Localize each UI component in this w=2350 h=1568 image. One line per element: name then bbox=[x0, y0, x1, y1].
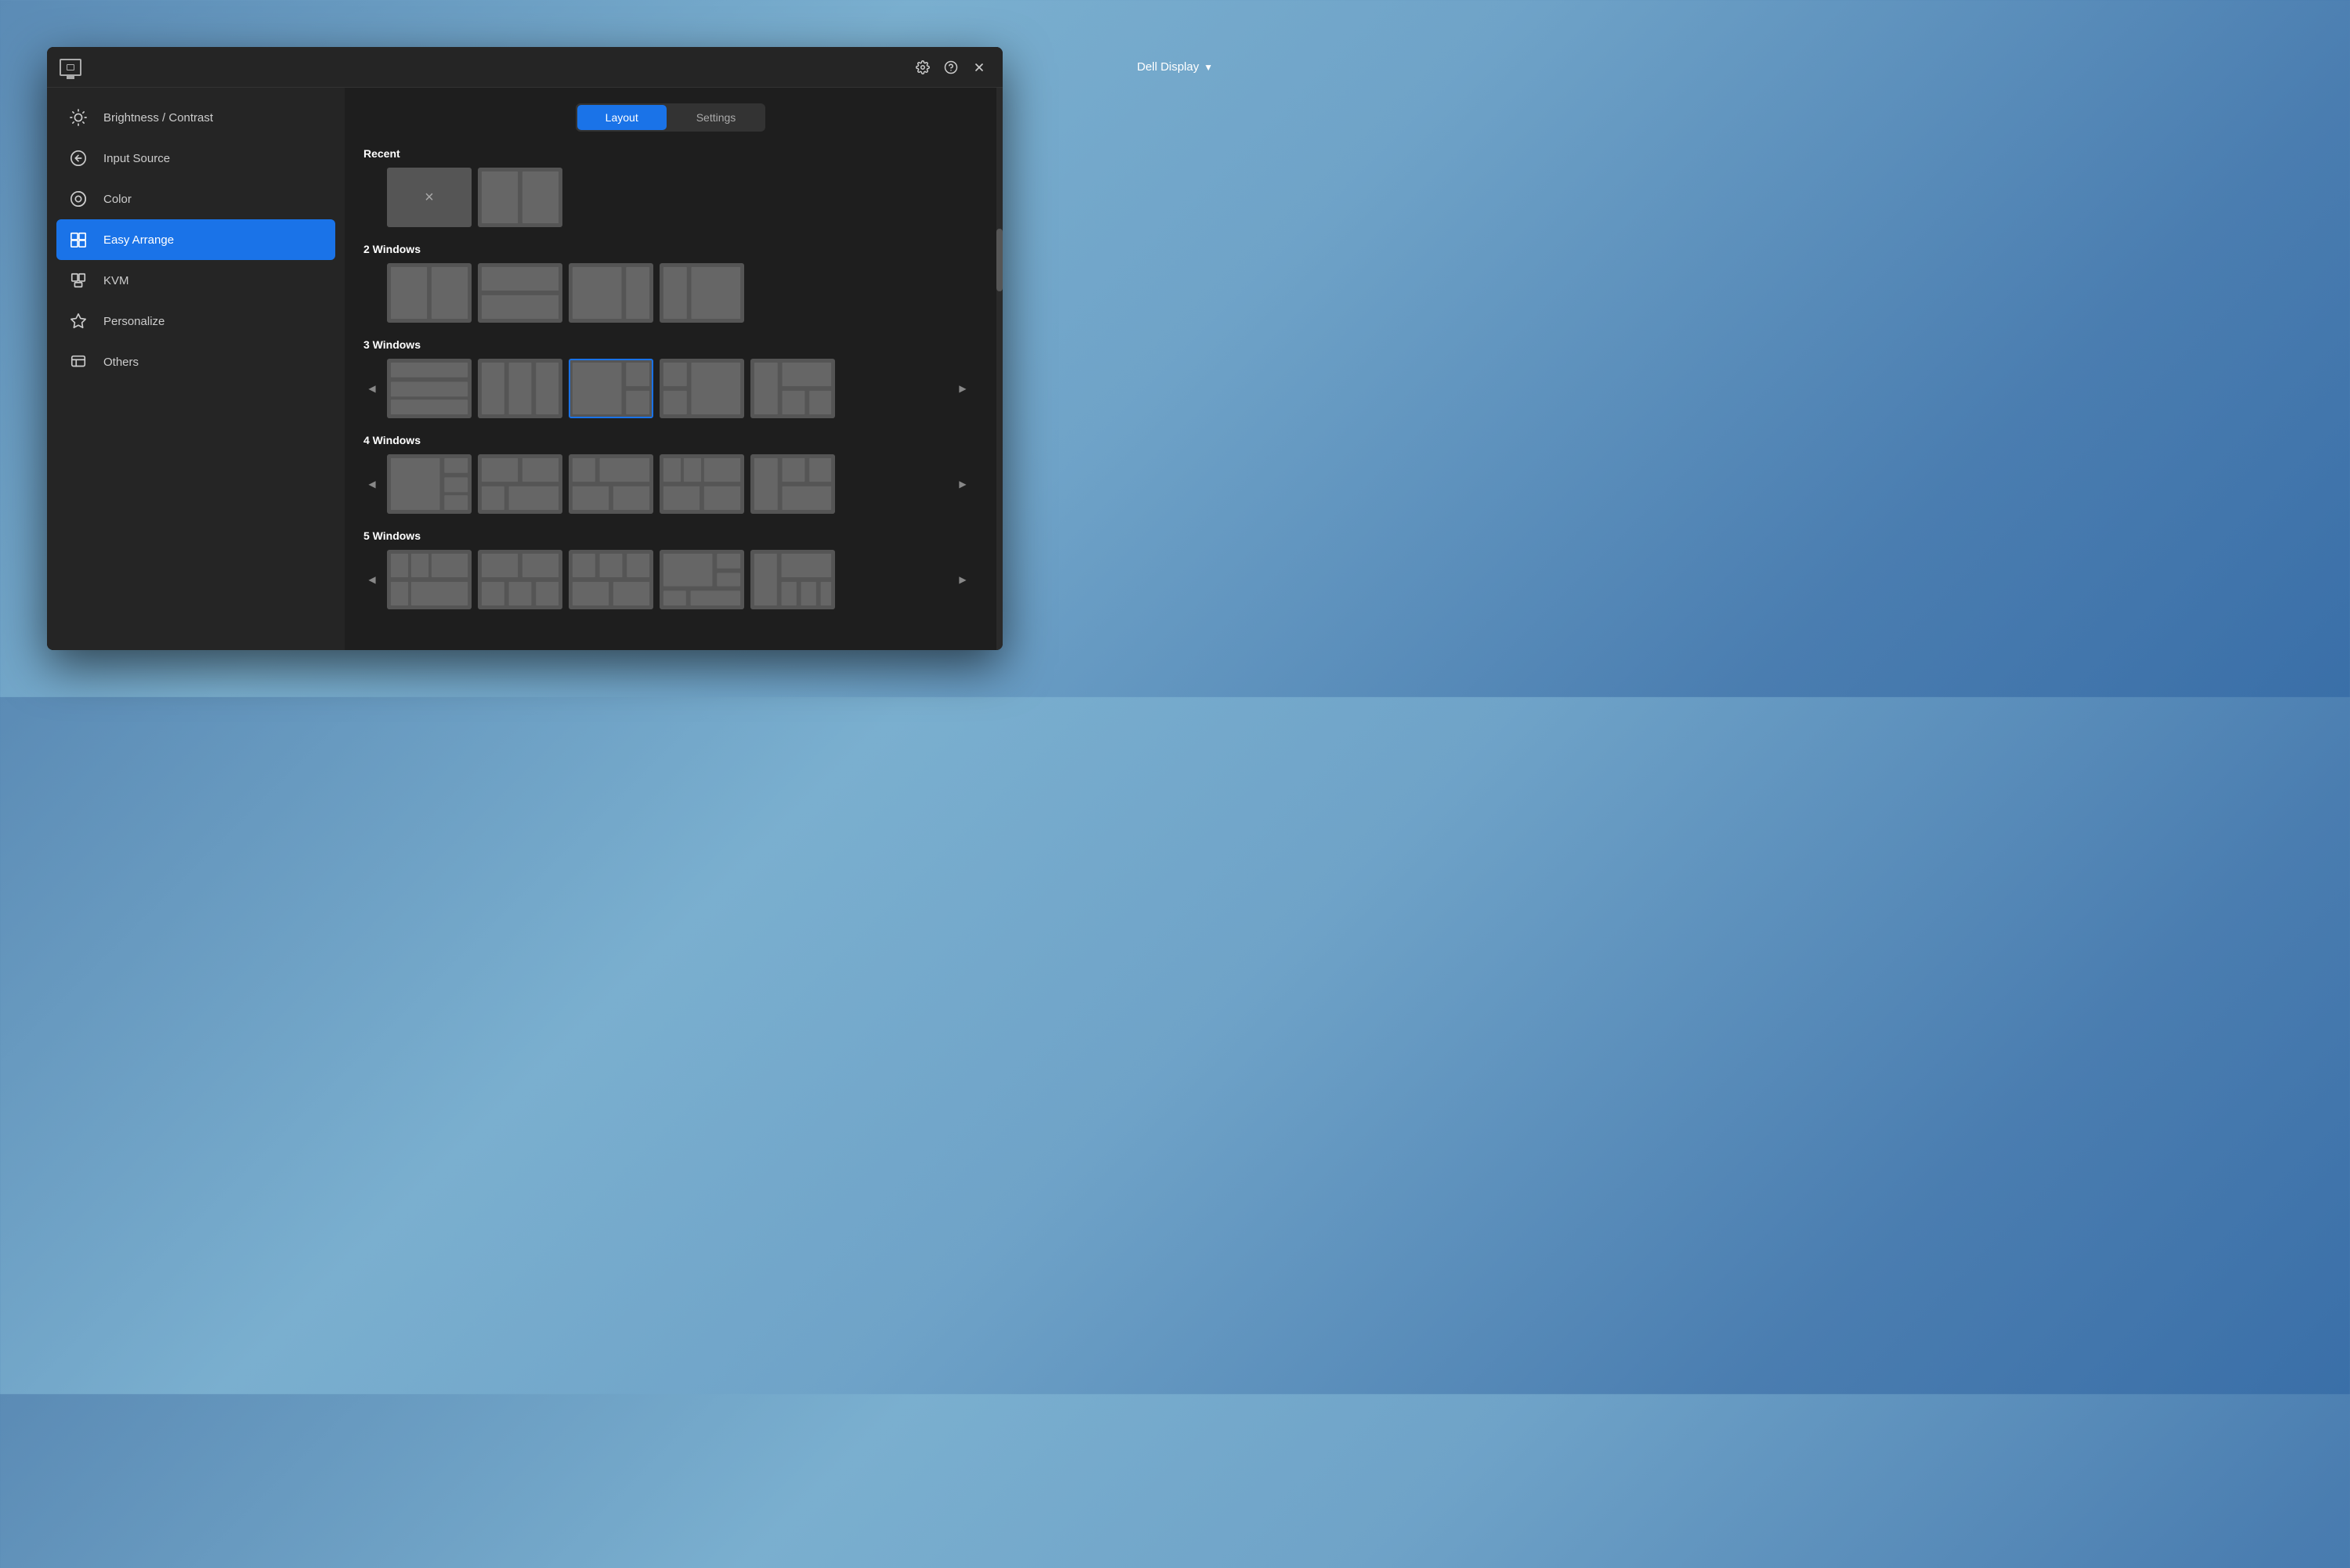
settings-button[interactable] bbox=[912, 56, 934, 78]
app-window: Dell Display ▼ bbox=[47, 47, 1003, 650]
layout-thumb-4a[interactable] bbox=[387, 454, 472, 514]
sidebar-label-color: Color bbox=[103, 193, 132, 206]
section-title-recent: Recent bbox=[363, 147, 971, 160]
layout-thumb-5b[interactable] bbox=[478, 550, 562, 609]
layout-row-inner-5windows bbox=[387, 550, 948, 609]
sidebar-label-brightness: Brightness / Contrast bbox=[103, 111, 213, 125]
others-icon bbox=[69, 352, 88, 371]
input-icon bbox=[69, 149, 88, 168]
sidebar-item-others[interactable]: Others bbox=[47, 341, 345, 382]
section-title-4windows: 4 Windows bbox=[363, 434, 971, 446]
nav-arrow-3windows-right[interactable]: ▶ bbox=[954, 380, 971, 397]
sidebar: Brightness / Contrast Input Source bbox=[47, 88, 345, 650]
sidebar-label-others: Others bbox=[103, 356, 139, 369]
sidebar-item-personalize[interactable]: Personalize bbox=[47, 301, 345, 341]
layout-thumb-5e[interactable] bbox=[750, 550, 835, 609]
layout-thumb-3-selected[interactable] bbox=[569, 359, 653, 418]
layout-row-2windows bbox=[363, 263, 971, 323]
main-content: Brightness / Contrast Input Source bbox=[47, 88, 1003, 650]
layout-row-5windows: ◀ bbox=[363, 550, 971, 609]
scrollbar-thumb[interactable] bbox=[996, 229, 1003, 291]
layout-thumb-4d[interactable] bbox=[660, 454, 744, 514]
tab-layout[interactable]: Layout bbox=[577, 105, 667, 130]
app-icon bbox=[60, 59, 81, 76]
color-icon bbox=[69, 190, 88, 208]
sidebar-label-input: Input Source bbox=[103, 152, 170, 165]
layout-row-3windows: ◀ bbox=[363, 359, 971, 418]
scrollbar-track[interactable] bbox=[996, 88, 1003, 650]
layout-thumb-4e[interactable] bbox=[750, 454, 835, 514]
section-2windows: 2 Windows bbox=[363, 243, 971, 323]
sidebar-item-color[interactable]: Color bbox=[47, 179, 345, 219]
section-title-5windows: 5 Windows bbox=[363, 529, 971, 542]
sidebar-label-easy-arrange: Easy Arrange bbox=[103, 233, 174, 247]
layout-thumb-3col[interactable] bbox=[478, 359, 562, 418]
layout-row-inner-3windows bbox=[387, 359, 948, 418]
layout-area: Recent × bbox=[363, 147, 978, 634]
layout-thumb-2col-wide-left[interactable] bbox=[569, 263, 653, 323]
easy-arrange-icon bbox=[69, 230, 88, 249]
no-layout-x: × bbox=[425, 189, 434, 207]
title-bar: Dell Display ▼ bbox=[47, 47, 1003, 88]
section-5windows: 5 Windows ◀ bbox=[363, 529, 971, 609]
tab-switcher: Layout Settings bbox=[576, 103, 766, 132]
personalize-icon bbox=[69, 312, 88, 331]
layout-thumb-3row[interactable] bbox=[387, 359, 472, 418]
sidebar-label-kvm: KVM bbox=[103, 274, 129, 287]
help-button[interactable] bbox=[940, 56, 962, 78]
layout-row-4windows: ◀ bbox=[363, 454, 971, 514]
title-bar-left bbox=[60, 59, 81, 76]
layout-thumb-no-layout[interactable]: × bbox=[387, 168, 472, 227]
nav-arrow-4windows-left[interactable]: ◀ bbox=[363, 475, 381, 493]
nav-arrow-5windows-left[interactable]: ◀ bbox=[363, 571, 381, 588]
layout-thumb-4b[interactable] bbox=[478, 454, 562, 514]
close-button[interactable] bbox=[968, 56, 990, 78]
sidebar-item-brightness[interactable]: Brightness / Contrast bbox=[47, 97, 345, 138]
nav-arrow-5windows-right[interactable]: ▶ bbox=[954, 571, 971, 588]
layout-thumb-2row[interactable] bbox=[478, 263, 562, 323]
layout-thumb-3-other[interactable] bbox=[750, 359, 835, 418]
layout-thumb-3-2left-1right[interactable] bbox=[660, 359, 744, 418]
tab-settings[interactable]: Settings bbox=[668, 105, 765, 130]
layout-thumb-2col-wide-right[interactable] bbox=[660, 263, 744, 323]
layout-thumb-5a[interactable] bbox=[387, 550, 472, 609]
sidebar-item-kvm[interactable]: KVM bbox=[47, 260, 345, 301]
brightness-icon bbox=[69, 108, 88, 127]
layout-thumb-5d[interactable] bbox=[660, 550, 744, 609]
kvm-icon bbox=[69, 271, 88, 290]
section-title-2windows: 2 Windows bbox=[363, 243, 971, 255]
sidebar-item-easy-arrange[interactable]: Easy Arrange bbox=[56, 219, 335, 260]
layout-row-inner-2windows bbox=[387, 263, 948, 323]
sidebar-item-input[interactable]: Input Source bbox=[47, 138, 345, 179]
layout-thumb-recent-2col[interactable] bbox=[478, 168, 562, 227]
layout-thumb-5c[interactable] bbox=[569, 550, 653, 609]
section-title-3windows: 3 Windows bbox=[363, 338, 971, 351]
title-bar-right bbox=[912, 56, 990, 78]
nav-arrow-3windows-left[interactable]: ◀ bbox=[363, 380, 381, 397]
layout-row-recent: × bbox=[363, 168, 971, 227]
layout-row-inner-4windows bbox=[387, 454, 948, 514]
layout-thumb-4c[interactable] bbox=[569, 454, 653, 514]
section-recent: Recent × bbox=[363, 147, 971, 227]
section-3windows: 3 Windows ◀ bbox=[363, 338, 971, 418]
right-panel: Layout Settings Recent × bbox=[345, 88, 996, 650]
layout-row-inner-recent: × bbox=[387, 168, 948, 227]
layout-thumb-2col[interactable] bbox=[387, 263, 472, 323]
sidebar-label-personalize: Personalize bbox=[103, 315, 164, 328]
section-4windows: 4 Windows ◀ bbox=[363, 434, 971, 514]
nav-arrow-4windows-right[interactable]: ▶ bbox=[954, 475, 971, 493]
